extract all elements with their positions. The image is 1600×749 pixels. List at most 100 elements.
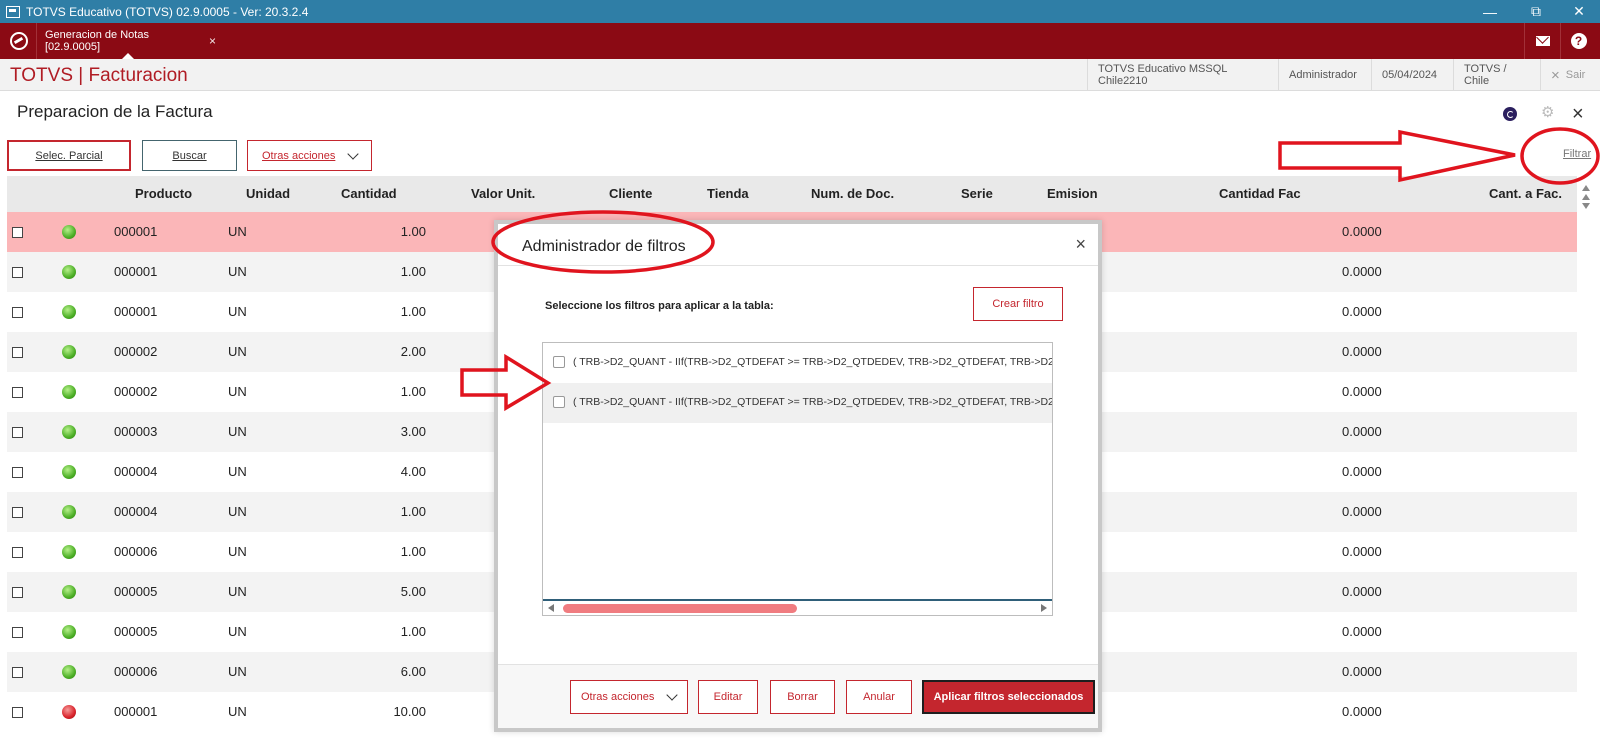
crear-filtro-label: Crear filtro [992, 298, 1044, 310]
annotation-arrow-filtrar [1278, 129, 1516, 183]
dialog-close-icon[interactable]: × [1075, 234, 1086, 255]
cell-cantidad: 10.00 [393, 704, 426, 719]
app-window-icon [6, 5, 20, 18]
help-button[interactable]: ? [1560, 23, 1596, 59]
aplicar-filtros-label: Aplicar filtros seleccionados [933, 691, 1084, 703]
cell-cantidad-fac: 0.0000 [1342, 264, 1382, 279]
tab-label: Generacion de Notas [02.9.0005] [45, 29, 149, 53]
column-header-producto[interactable]: Producto [135, 186, 192, 201]
company-label[interactable]: TOTVS / Chile [1453, 59, 1540, 91]
row-checkbox[interactable] [12, 227, 23, 238]
row-checkbox[interactable] [12, 667, 23, 678]
cell-cantidad-fac: 0.0000 [1342, 224, 1382, 239]
tab-close-icon[interactable]: × [209, 34, 216, 48]
cell-cantidad: 4.00 [400, 464, 426, 479]
cell-cantidad: 1.00 [400, 304, 426, 319]
dialog-prompt: Seleccione los filtros para aplicar a la… [545, 300, 774, 312]
row-checkbox[interactable] [12, 467, 23, 478]
environment-label[interactable]: TOTVS Educativo MSSQL Chile2210 [1087, 59, 1278, 91]
column-header-emision[interactable]: Emision [1047, 186, 1098, 201]
status-led-icon [62, 425, 76, 439]
status-led-icon [62, 705, 76, 719]
cell-producto: 000002 [114, 384, 158, 399]
row-checkbox[interactable] [12, 547, 23, 558]
otras-acciones-button[interactable]: Otras acciones [247, 140, 372, 171]
column-header-num-doc[interactable]: Num. de Doc. [811, 186, 894, 201]
user-label[interactable]: Administrador [1278, 59, 1371, 91]
mail-button[interactable] [1524, 23, 1560, 59]
cell-unidad: UN [228, 704, 247, 719]
filtrar-link[interactable]: Filtrar [1563, 148, 1591, 160]
cell-unidad: UN [228, 664, 247, 679]
row-checkbox[interactable] [12, 427, 23, 438]
editar-button[interactable]: Editar [698, 680, 758, 714]
filter-checkbox[interactable] [553, 396, 565, 408]
row-checkbox[interactable] [12, 347, 23, 358]
scroll-left-icon[interactable] [548, 604, 554, 612]
cell-producto: 000004 [114, 504, 158, 519]
exit-button[interactable]: × Sair [1540, 59, 1600, 91]
anular-label: Anular [863, 691, 895, 703]
minimize-icon[interactable]: — [1467, 0, 1513, 23]
date-label[interactable]: 05/04/2024 [1371, 59, 1453, 91]
cell-cantidad-fac: 0.0000 [1342, 344, 1382, 359]
column-header-serie[interactable]: Serie [961, 186, 993, 201]
column-header-cantidad-fac[interactable]: Cantidad Fac [1219, 186, 1301, 201]
column-header-cant-a-fac[interactable]: Cant. a Fac. [1489, 186, 1562, 201]
filter-checkbox[interactable] [553, 356, 565, 368]
dialog-footer: Otras acciones Editar Borrar Anular Apli… [498, 664, 1098, 728]
selec-parcial-button[interactable]: Selec. Parcial [7, 140, 131, 171]
scroll-page-up-icon[interactable] [1582, 194, 1590, 200]
cell-cantidad-fac: 0.0000 [1342, 704, 1382, 719]
borrar-button[interactable]: Borrar [770, 680, 835, 714]
cell-producto: 000005 [114, 584, 158, 599]
scroll-right-icon[interactable] [1041, 604, 1047, 612]
cell-unidad: UN [228, 424, 247, 439]
scroll-up-icon[interactable] [1582, 185, 1590, 191]
filter-item[interactable]: ( TRB->D2_QUANT - IIf(TRB->D2_QTDEFAT >=… [543, 383, 1052, 423]
otras-acciones-label: Otras acciones [262, 149, 336, 162]
chevron-down-icon [347, 147, 360, 160]
row-checkbox[interactable] [12, 707, 23, 718]
close-page-icon[interactable]: × [1572, 103, 1584, 126]
scrollbar-thumb[interactable] [563, 604, 797, 613]
row-checkbox[interactable] [12, 387, 23, 398]
grid-vertical-scrollbar[interactable] [1580, 182, 1592, 242]
buscar-button[interactable]: Buscar [142, 140, 237, 171]
status-led-icon [62, 625, 76, 639]
help-chat-icon[interactable] [1503, 107, 1517, 121]
row-checkbox[interactable] [12, 627, 23, 638]
scroll-down-icon[interactable] [1582, 203, 1590, 209]
anular-button[interactable]: Anular [846, 680, 912, 714]
close-window-icon[interactable]: ✕ [1556, 0, 1600, 23]
crear-filtro-button[interactable]: Crear filtro [973, 287, 1063, 321]
column-header-tienda[interactable]: Tienda [707, 186, 749, 201]
app-brand: TOTVS | Facturacion [10, 65, 188, 86]
chevron-down-icon [666, 689, 679, 701]
filter-item[interactable]: ( TRB->D2_QUANT - IIf(TRB->D2_QTDEFAT >=… [543, 343, 1052, 383]
row-checkbox[interactable] [12, 267, 23, 278]
mail-icon [1535, 36, 1550, 46]
status-led-icon [62, 665, 76, 679]
column-header-cliente[interactable]: Cliente [609, 186, 652, 201]
filter-list: ( TRB->D2_QUANT - IIf(TRB->D2_QTDEFAT >=… [542, 342, 1053, 616]
row-checkbox[interactable] [12, 307, 23, 318]
filter-expression: ( TRB->D2_QUANT - IIf(TRB->D2_QTDEFAT >=… [573, 396, 1052, 408]
row-checkbox[interactable] [12, 507, 23, 518]
column-header-valor-unit[interactable]: Valor Unit. [471, 186, 535, 201]
dialog-title: Administrador de filtros [522, 238, 686, 255]
column-header-cantidad[interactable]: Cantidad [341, 186, 397, 201]
totvs-logo-icon[interactable] [10, 32, 28, 50]
restore-icon[interactable]: ⧉ [1513, 0, 1559, 23]
row-checkbox[interactable] [12, 587, 23, 598]
status-led-icon [62, 345, 76, 359]
status-led-icon [62, 465, 76, 479]
column-header-unidad[interactable]: Unidad [246, 186, 290, 201]
dialog-otras-acciones-button[interactable]: Otras acciones [570, 680, 688, 714]
gear-icon[interactable]: ⚙ [1541, 105, 1555, 120]
status-led-icon [62, 225, 76, 239]
buscar-label: Buscar [172, 149, 207, 162]
filter-list-horizontal-scrollbar[interactable] [543, 599, 1052, 615]
dialog-header: Administrador de filtros × [498, 224, 1098, 266]
aplicar-filtros-button[interactable]: Aplicar filtros seleccionados [922, 680, 1095, 714]
